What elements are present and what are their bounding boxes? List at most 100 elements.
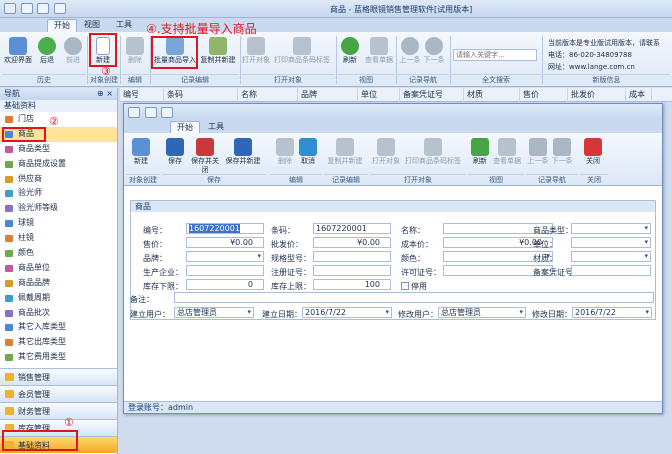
nav-item[interactable]: 其它费用类型 xyxy=(0,350,117,365)
prev-record-button[interactable]: 上一条 xyxy=(398,35,422,65)
price-field[interactable]: ¥0.00 xyxy=(186,237,264,248)
group-history: 历史 xyxy=(2,74,86,85)
nav-item-icon xyxy=(5,309,13,317)
window-ribbon-button[interactable]: 取消 xyxy=(297,136,319,166)
min-stock-field[interactable]: 0 xyxy=(186,279,264,290)
window-ribbon-button[interactable]: 下一条 xyxy=(550,136,574,166)
nav-item[interactable]: 商品提成设置 xyxy=(0,157,117,172)
nav-item[interactable]: 验光师等级 xyxy=(0,201,117,216)
maker-label: 生产企业： xyxy=(143,268,183,277)
tab-start[interactable]: 开始 xyxy=(47,19,77,32)
window-ribbon-button[interactable]: 保存 xyxy=(164,136,186,166)
create-date-field[interactable]: 2016/7/22 xyxy=(302,307,392,318)
tab-view[interactable]: 视图 xyxy=(80,19,104,32)
fulltext-search-input[interactable] xyxy=(453,49,537,61)
window-ribbon-button[interactable]: 保存并新建 xyxy=(224,136,262,166)
window-ribbon-button[interactable]: 刷新 xyxy=(468,136,492,166)
grid-column-header[interactable]: 备案凭证号 xyxy=(400,88,464,102)
type-field[interactable] xyxy=(571,223,651,234)
nav-item[interactable]: 颜色 xyxy=(0,246,117,261)
pin-icon[interactable]: ⊕ × xyxy=(97,88,113,100)
grid-column-header[interactable]: 批发价 xyxy=(568,88,626,102)
nav-item[interactable]: 商品批次 xyxy=(0,306,117,321)
view-documents-button[interactable]: 查看单据 xyxy=(363,35,395,65)
tab-tools[interactable]: 工具 xyxy=(112,19,136,32)
website-link[interactable]: 网址：www.lange.com.cn xyxy=(548,61,670,73)
grid-column-header[interactable]: 品牌 xyxy=(298,88,358,102)
open-object-button[interactable]: 打开对象 xyxy=(241,35,271,65)
print-label-button[interactable]: 打印商品条码标签 xyxy=(271,35,333,65)
nav-item[interactable]: 商品类型 xyxy=(0,142,117,157)
window-ribbon-button[interactable]: 保存并关闭 xyxy=(188,136,222,175)
window-ribbon-button[interactable]: 打开对象 xyxy=(370,136,402,166)
nav-module[interactable]: 财务管理 xyxy=(0,402,117,419)
window-ribbon-button[interactable]: 新建 xyxy=(128,136,154,166)
nav-item[interactable]: 柱镜 xyxy=(0,231,117,246)
grid-column-header[interactable]: 名称 xyxy=(238,88,298,102)
quick-access-icon[interactable] xyxy=(20,3,33,14)
nav-item-label: 商品品牌 xyxy=(18,277,50,287)
wholesale-field[interactable]: ¥0.00 xyxy=(313,237,391,248)
barcode-label: 条码： xyxy=(271,226,295,235)
window-ribbon-button[interactable]: 上一条 xyxy=(526,136,550,166)
window-ribbon-button[interactable]: 查看单据 xyxy=(492,136,522,166)
spec-field[interactable] xyxy=(313,251,391,262)
quick-access-icon[interactable] xyxy=(144,107,157,118)
quick-access-icon[interactable] xyxy=(53,3,66,14)
nav-item[interactable]: 商品品牌 xyxy=(0,276,117,291)
creator-field[interactable]: 总店管理员 xyxy=(174,307,254,318)
back-button[interactable]: 后退 xyxy=(34,35,60,65)
record-number-field[interactable] xyxy=(571,265,651,276)
delete-button[interactable]: 删除 xyxy=(123,35,147,65)
material-field[interactable] xyxy=(571,251,651,262)
nav-item[interactable]: 其它出库类型 xyxy=(0,335,117,350)
window-ribbon-button[interactable]: 关闭 xyxy=(580,136,606,166)
annotation-box-new xyxy=(89,33,117,67)
forward-button[interactable]: 前进 xyxy=(60,35,86,65)
barcode-field[interactable]: 1607220001 xyxy=(313,223,391,234)
quick-access-icon[interactable] xyxy=(37,3,50,14)
nav-item[interactable]: 球镜 xyxy=(0,216,117,231)
nav-item[interactable]: 验光师 xyxy=(0,186,117,201)
checkbox-box[interactable] xyxy=(401,282,409,290)
nav-item[interactable]: 供应商 xyxy=(0,172,117,187)
maker-field[interactable] xyxy=(186,265,264,276)
window-ribbon-button[interactable]: 删除 xyxy=(274,136,296,166)
field-value: 100 xyxy=(364,280,380,289)
window-ribbon-button[interactable]: 打印商品条码标签 xyxy=(402,136,464,166)
grid-column-header[interactable]: 条码 xyxy=(164,88,238,102)
nav-item-icon xyxy=(5,235,13,243)
nav-module[interactable]: 销售管理 xyxy=(0,368,117,385)
nav-item-label: 验光师等级 xyxy=(18,203,58,213)
brand-field[interactable] xyxy=(186,251,264,262)
note-field[interactable] xyxy=(174,292,654,303)
nav-module[interactable]: 会员管理 xyxy=(0,385,117,402)
modifier-field[interactable]: 总店管理员 xyxy=(438,307,526,318)
max-stock-field[interactable]: 100 xyxy=(313,279,391,290)
window-ribbon-button[interactable]: 复制并新建 xyxy=(324,136,366,166)
group-record-nav: 记录导航 xyxy=(397,74,449,85)
disabled-checkbox[interactable]: 停用 xyxy=(401,281,427,292)
grid-column-header[interactable]: 编号 xyxy=(120,88,164,102)
refresh-button[interactable]: 刷新 xyxy=(338,35,362,65)
nav-module-label: 财务管理 xyxy=(18,407,50,416)
registration-field[interactable] xyxy=(313,265,391,276)
printer-icon xyxy=(293,37,311,55)
quick-access-icon[interactable] xyxy=(161,107,174,118)
code-field[interactable]: 1607220001 xyxy=(186,223,264,234)
unit-field[interactable] xyxy=(571,237,651,248)
window-menu-icon[interactable] xyxy=(128,107,140,118)
app-menu-icon[interactable] xyxy=(4,3,16,14)
grid-column-header[interactable]: 单位 xyxy=(358,88,400,102)
grid-column-header[interactable]: 成本 xyxy=(626,88,652,102)
nav-item[interactable]: 商品单位 xyxy=(0,261,117,276)
grid-column-header[interactable]: 售价 xyxy=(520,88,568,102)
copy-new-button[interactable]: 复制并新建 xyxy=(199,35,237,65)
nav-item[interactable]: 佩戴周期 xyxy=(0,291,117,306)
nav-item[interactable]: 其它入库类型 xyxy=(0,320,117,335)
ribbon-button-label: 打开对象 xyxy=(372,157,400,165)
next-record-button[interactable]: 下一条 xyxy=(422,35,446,65)
welcome-button[interactable]: 欢迎界面 xyxy=(2,35,34,65)
modify-date-field[interactable]: 2016/7/22 xyxy=(572,307,652,318)
grid-column-header[interactable]: 材质 xyxy=(464,88,520,102)
